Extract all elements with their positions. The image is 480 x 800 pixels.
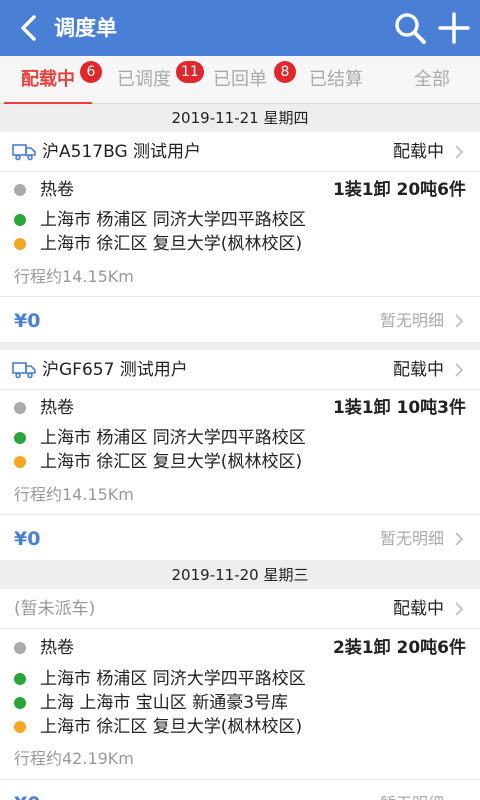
chevron-right-icon [455,363,464,377]
tab-loading[interactable]: 配载中 6 [0,56,102,105]
truck-icon [12,362,36,379]
load-point-dot [14,697,26,709]
cargo-name: 热卷 [40,638,74,658]
unload-point-dot [14,456,26,468]
detail-link[interactable]: 暂无明细 [380,527,444,551]
trip-distance: 行程约42.19Km [14,749,134,768]
unload-address: 上海市 徐汇区 复旦大学(枫林校区) [40,234,303,254]
tab-label: 已回单 [213,69,267,90]
tab-label: 配载中 [21,69,75,90]
detail-link[interactable]: 暂无明细 [380,309,444,333]
trip-distance: 行程约14.15Km [14,485,134,504]
order-header[interactable]: (暂未派车) 配载中 [0,589,480,629]
cargo-dot [14,402,26,414]
cargo-name: 热卷 [40,398,74,418]
date-header: 2019-11-21 星期四 [0,104,480,132]
cargo-dot [14,184,26,196]
order-header[interactable]: 沪GF657 测试用户 配载中 [0,350,480,390]
tab-label: 已结算 [309,69,363,90]
unload-address: 上海市 徐汇区 复旦大学(枫林校区) [40,717,303,737]
load-summary: 1装1卸 10吨3件 [332,398,466,418]
vehicle-plate: (暂未派车) [14,599,96,619]
load-point-dot [14,673,26,685]
tab-label: 全部 [414,69,450,90]
load-point-dot [14,432,26,444]
vehicle-plate: 沪GF657 测试用户 [42,360,188,380]
divider [0,296,480,297]
load-summary: 2装1卸 20吨6件 [332,638,466,658]
order-header[interactable]: 沪A517BG 测试用户 配载中 [0,132,480,172]
back-arrow-icon[interactable] [14,12,46,44]
order-price: ¥0 [14,528,41,550]
tab-settled[interactable]: 已结算 [288,56,384,104]
detail-link[interactable]: 暂无明细 [380,792,444,800]
chevron-right-icon [455,314,464,328]
vehicle-plate: 沪A517BG 测试用户 [42,142,202,162]
search-icon[interactable] [392,10,428,46]
chevron-right-icon [455,145,464,159]
load-address: 上海市 杨浦区 同济大学四平路校区 [40,669,306,689]
load-address: 上海 上海市 宝山区 新通豪3号库 [40,693,289,713]
unload-address: 上海市 徐汇区 复旦大学(枫林校区) [40,452,303,472]
page-title: 调度单 [54,16,117,40]
unload-point-dot [14,238,26,250]
order-price: ¥0 [14,791,40,800]
truck-icon [12,144,36,161]
order-status: 配载中 [393,599,444,619]
tab-dispatched[interactable]: 已调度 11 [96,56,204,104]
order-price: ¥0 [14,310,41,332]
status-tabs: 配载中 6 已调度 11 已回单 8 已结算 全部 [0,56,480,105]
order-status: 配载中 [393,142,444,162]
order-card[interactable]: (暂未派车) 配载中 热卷 2装1卸 20吨6件 上海市 杨浦区 同济大学四平路… [0,589,480,800]
chevron-right-icon [455,602,464,616]
order-card[interactable]: 沪GF657 测试用户 配载中 热卷 1装1卸 10吨3件 上海市 杨浦区 同济… [0,350,480,560]
load-address: 上海市 杨浦区 同济大学四平路校区 [40,210,306,230]
order-status: 配载中 [393,360,444,380]
tab-returned[interactable]: 已回单 8 [192,56,296,104]
trip-distance: 行程约14.15Km [14,267,134,286]
tab-all[interactable]: 全部 [384,56,480,104]
cargo-dot [14,642,26,654]
load-point-dot [14,214,26,226]
cargo-name: 热卷 [40,180,74,200]
app-bar: 调度单 [0,0,480,56]
divider [0,514,480,515]
date-header: 2019-11-20 星期三 [0,561,480,589]
plus-icon[interactable] [436,10,472,46]
divider [0,779,480,780]
load-summary: 1装1卸 20吨6件 [332,180,466,200]
load-address: 上海市 杨浦区 同济大学四平路校区 [40,428,306,448]
order-card[interactable]: 沪A517BG 测试用户 配载中 热卷 1装1卸 20吨6件 上海市 杨浦区 同… [0,132,480,342]
unload-point-dot [14,721,26,733]
chevron-right-icon [455,532,464,546]
tab-label: 已调度 [117,69,171,90]
